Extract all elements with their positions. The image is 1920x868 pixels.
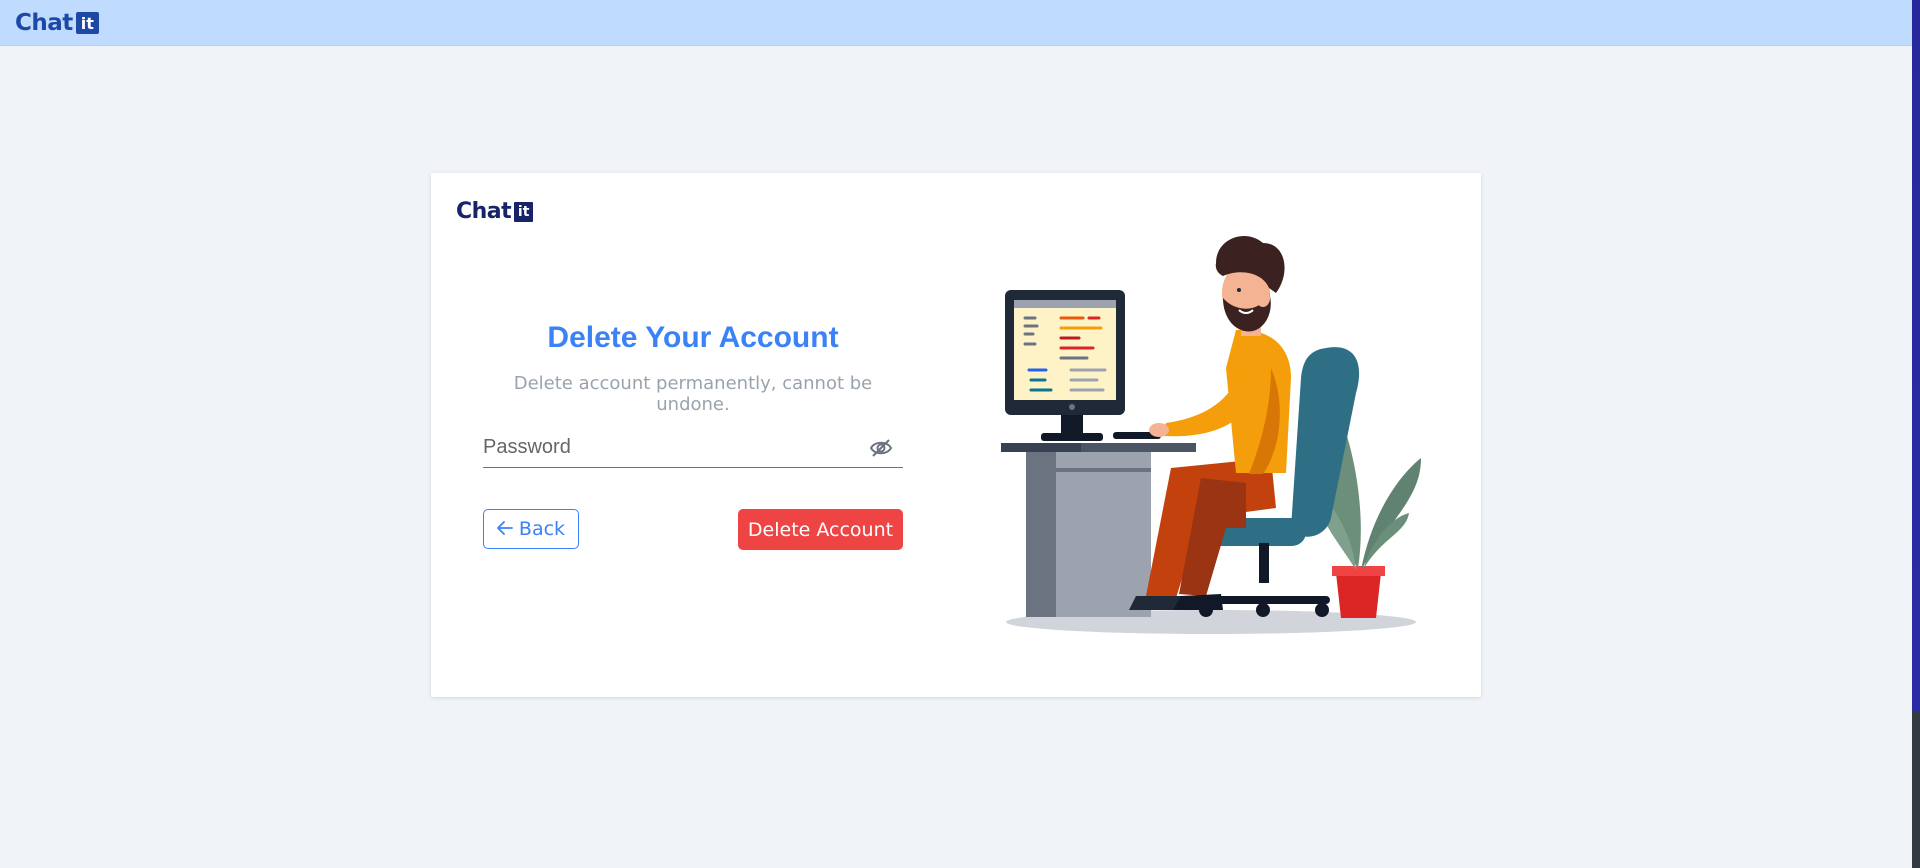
top-bar: Chat it [0, 0, 1912, 46]
person-at-computer-illustration [1001, 218, 1441, 638]
back-button[interactable]: Back [483, 509, 579, 549]
password-field [483, 431, 903, 468]
page-subtitle: Delete account permanently, cannot be un… [513, 373, 873, 415]
delete-account-card: Chat it Delete Your Account Delete accou… [431, 173, 1481, 697]
arrow-left-icon [497, 518, 513, 540]
header-logo[interactable]: Chat it [15, 10, 99, 36]
delete-account-button[interactable]: Delete Account [738, 509, 903, 550]
back-button-label: Back [518, 518, 566, 540]
password-input[interactable] [483, 431, 843, 463]
page-title: Delete Your Account [547, 321, 839, 354]
scrollbar[interactable] [1912, 0, 1920, 868]
card-logo: Chat it [456, 199, 534, 224]
eye-off-icon[interactable] [869, 437, 893, 459]
